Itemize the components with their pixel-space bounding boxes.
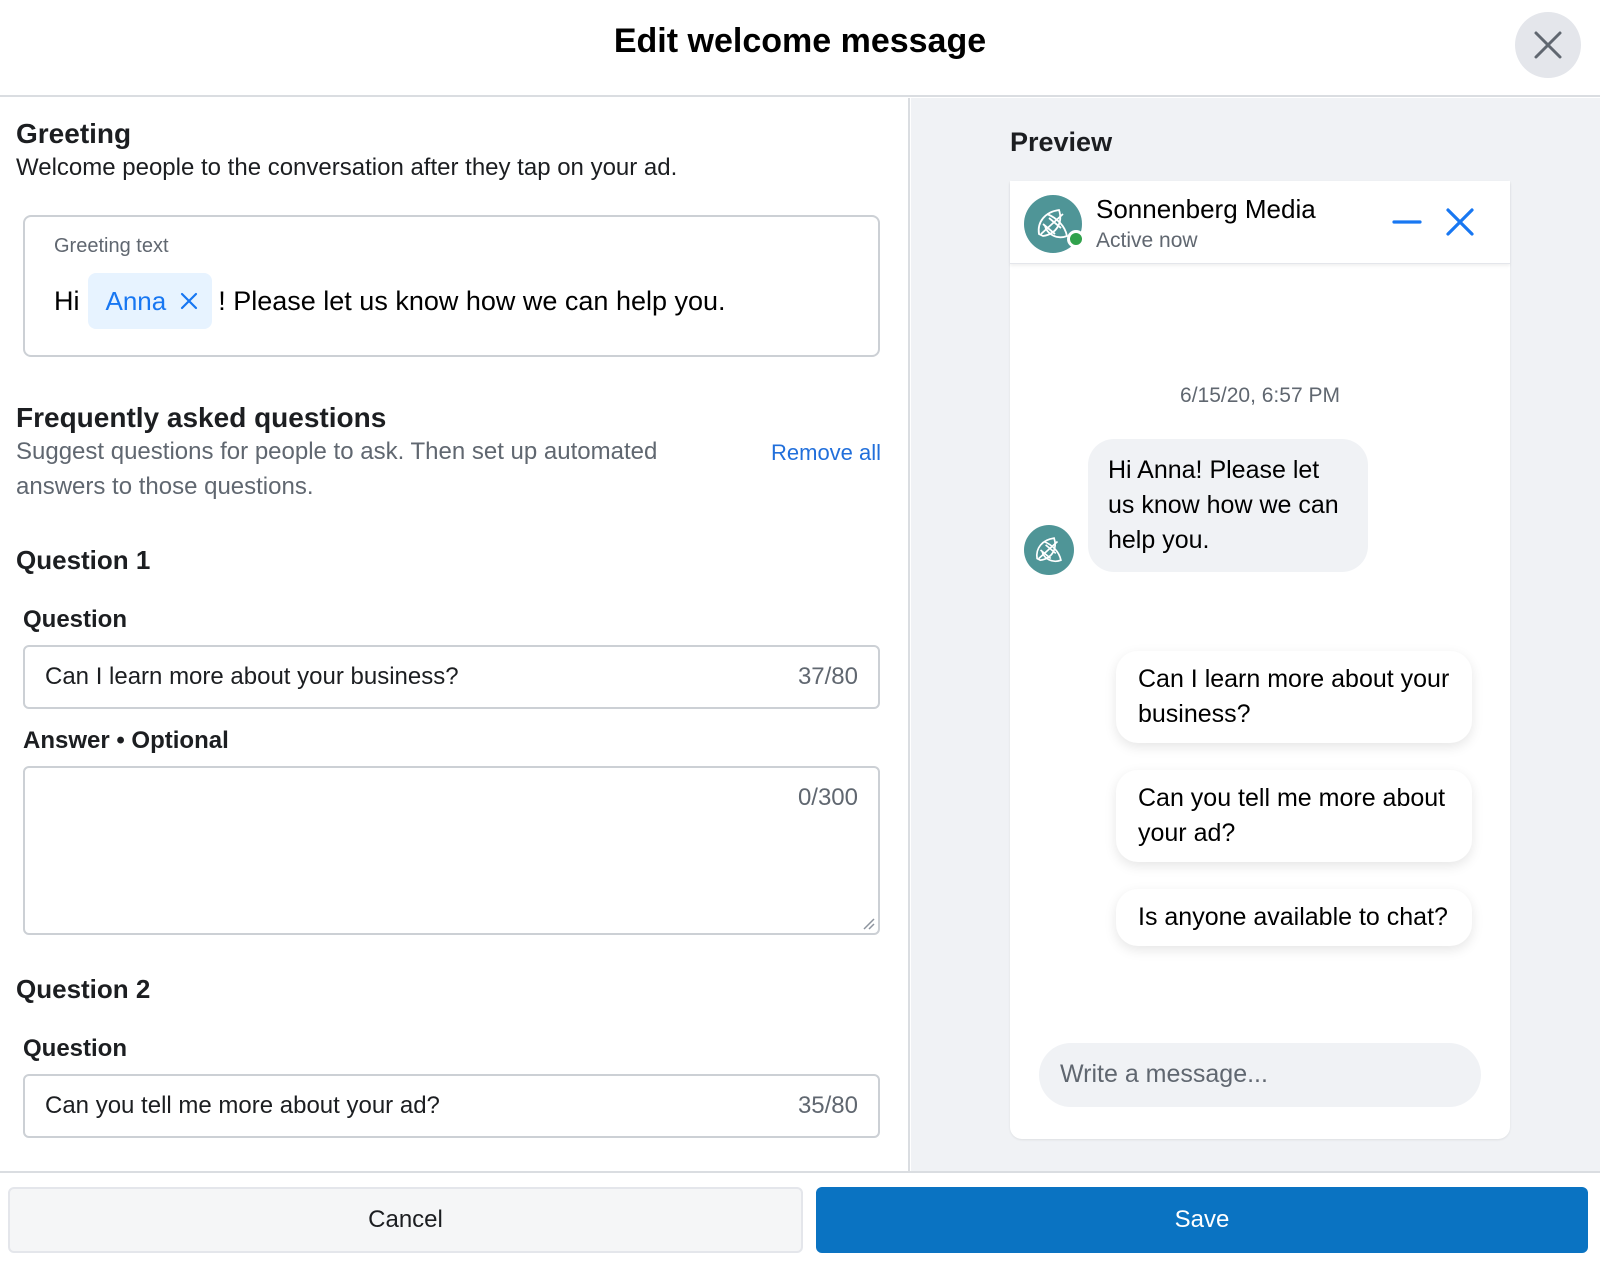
question-2-input[interactable]: Can you tell me more about your ad? 35/8… bbox=[23, 1074, 880, 1138]
dialog-close-button[interactable] bbox=[1515, 12, 1581, 78]
dialog-header: Edit welcome message bbox=[0, 0, 1600, 97]
cancel-button[interactable]: Cancel bbox=[8, 1187, 803, 1253]
faq-description: Suggest questions for people to ask. The… bbox=[16, 438, 658, 500]
greeting-text-content[interactable]: Hi Anna ! Please let us know how we can … bbox=[54, 273, 726, 329]
preview-title: Preview bbox=[1010, 127, 1113, 157]
minimize-icon bbox=[1392, 220, 1422, 224]
greeting-message-bubble: Hi Anna! Please let us know how we can h… bbox=[1088, 439, 1368, 572]
message-timestamp: 6/15/20, 6:57 PM bbox=[1180, 384, 1340, 407]
chat-header: Sonnenberg Media Active now bbox=[1010, 181, 1510, 264]
faq-title: Frequently asked questions bbox=[16, 402, 387, 433]
question-1-char-count: 37/80 bbox=[797, 663, 858, 690]
greeting-text-field[interactable]: Greeting text Hi Anna ! Please let us kn… bbox=[23, 215, 880, 357]
greeting-description: Welcome people to the conversation after… bbox=[16, 154, 678, 181]
greeting-text-after: ! Please let us know how we can help you… bbox=[218, 285, 726, 316]
save-button[interactable]: Save bbox=[816, 1187, 1588, 1253]
close-icon bbox=[181, 292, 198, 310]
greeting-text-label: Greeting text bbox=[54, 235, 169, 257]
compose-placeholder: Write a message... bbox=[1060, 1060, 1268, 1088]
answer-1-char-count: 0/300 bbox=[797, 784, 858, 811]
quick-reply-2[interactable]: Can you tell me more about your ad? bbox=[1116, 770, 1472, 862]
question-1-input[interactable]: Can I learn more about your business? 37… bbox=[23, 645, 880, 709]
remove-token-button[interactable] bbox=[180, 292, 198, 310]
question-2-heading: Question 2 bbox=[16, 974, 151, 1004]
chat-preview-window: Sonnenberg Media Active now 6/15/20, 6:5… bbox=[1010, 181, 1510, 1139]
remove-all-link[interactable]: Remove all bbox=[771, 440, 881, 466]
dialog-title: Edit welcome message bbox=[613, 22, 987, 60]
quick-reply-1[interactable]: Can I learn more about your business? bbox=[1116, 651, 1472, 743]
dialog-footer: Cancel Save bbox=[0, 1171, 1600, 1263]
page-name: Sonnenberg Media bbox=[1096, 194, 1316, 224]
question-2-value: Can you tell me more about your ad? bbox=[45, 1092, 440, 1119]
question-1-label: Question bbox=[23, 606, 128, 633]
close-icon bbox=[1446, 208, 1474, 236]
answer-1-textarea[interactable]: 0/300 bbox=[23, 766, 880, 935]
question-2-char-count: 35/80 bbox=[797, 1092, 858, 1119]
name-token-chip[interactable]: Anna bbox=[87, 273, 213, 329]
globe-leaf-icon bbox=[1036, 537, 1062, 563]
question-1-value: Can I learn more about your business? bbox=[45, 663, 459, 690]
settings-panel: Greeting Welcome people to the conversat… bbox=[0, 98, 910, 1171]
greeting-title: Greeting bbox=[16, 118, 132, 149]
preview-panel: Preview Sonnenberg Media Active now 6/15… bbox=[911, 98, 1600, 1171]
online-status-dot bbox=[1067, 230, 1085, 248]
resize-handle-icon[interactable] bbox=[860, 915, 876, 931]
name-token-label: Anna bbox=[105, 285, 167, 316]
minimize-chat-button[interactable] bbox=[1392, 207, 1422, 242]
question-1-heading: Question 1 bbox=[16, 545, 151, 575]
quick-reply-3[interactable]: Is anyone available to chat? bbox=[1116, 889, 1472, 946]
message-compose-input[interactable]: Write a message... bbox=[1039, 1043, 1481, 1107]
sender-avatar bbox=[1024, 525, 1074, 575]
close-icon bbox=[1534, 31, 1562, 59]
answer-1-label: Answer • Optional bbox=[23, 727, 229, 754]
close-chat-button[interactable] bbox=[1445, 207, 1475, 242]
question-2-label: Question bbox=[23, 1035, 128, 1062]
greeting-text-before: Hi bbox=[54, 285, 80, 316]
page-status: Active now bbox=[1096, 229, 1198, 252]
